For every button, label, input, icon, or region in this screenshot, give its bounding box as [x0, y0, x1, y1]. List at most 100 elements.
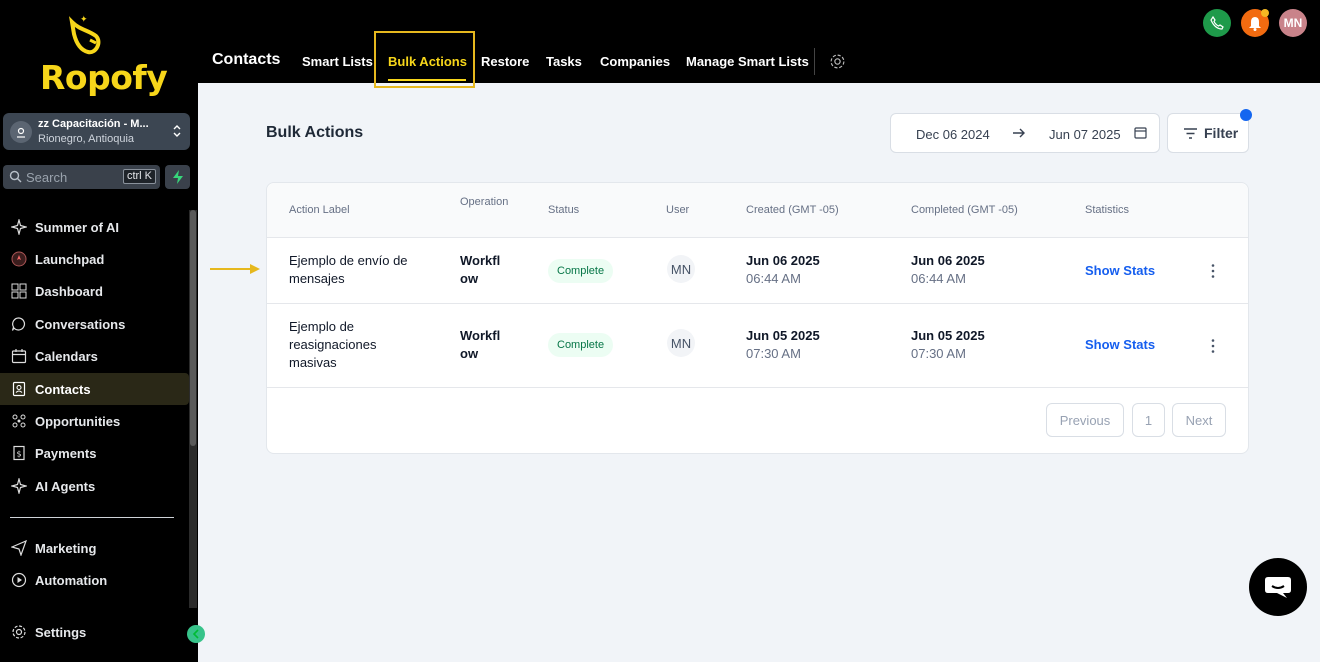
logo-mark-icon: ✦	[69, 14, 101, 55]
rocket-icon	[10, 250, 28, 268]
chevron-updown-icon	[172, 123, 182, 144]
show-stats-link[interactable]: Show Stats	[1085, 337, 1155, 352]
user-avatar: MN	[667, 255, 695, 283]
sidebar-item-label: Payments	[35, 445, 97, 461]
sidebar-item-label: Dashboard	[35, 283, 103, 299]
sidebar-item-ai-agents[interactable]: AI Agents	[0, 470, 189, 502]
tab-companies[interactable]: Companies	[600, 54, 670, 69]
tab-restore[interactable]: Restore	[481, 54, 529, 69]
date-from: Dec 06 2024	[916, 127, 990, 142]
user-avatar: MN	[667, 329, 695, 357]
table-header: Action Label Operation Status User Creat…	[267, 183, 1248, 238]
completed-time: 06:44 AM	[911, 271, 966, 286]
created-time: 06:44 AM	[746, 271, 801, 286]
sidebar-item-conversations[interactable]: Conversations	[0, 308, 189, 340]
gear-icon[interactable]	[829, 53, 846, 75]
dashboard-icon	[10, 282, 28, 300]
operation-cell: Workflow	[460, 253, 501, 286]
column-header-completed: Completed (GMT -05)	[911, 204, 1018, 216]
sidebar-item-label: Conversations	[35, 316, 126, 332]
account-location: Rionegro, Antioquia	[38, 133, 135, 145]
completed-time: 07:30 AM	[911, 346, 966, 361]
previous-page-button[interactable]: Previous	[1046, 403, 1124, 437]
table-row: Ejemplo de envío de mensajes Workflow Co…	[267, 238, 1248, 304]
chat-widget-button[interactable]	[1249, 558, 1307, 616]
completed-date: Jun 06 2025	[911, 253, 985, 268]
operation-cell: Workflow	[460, 328, 501, 361]
action-label-cell: Ejemplo de envío de mensajes	[289, 253, 408, 286]
more-options-icon[interactable]	[1210, 338, 1216, 354]
filter-button[interactable]: Filter	[1167, 113, 1249, 153]
next-page-button[interactable]: Next	[1172, 403, 1226, 437]
sidebar-item-launchpad[interactable]: Launchpad	[0, 243, 189, 275]
page-number-button[interactable]: 1	[1132, 403, 1165, 437]
chat-bubble-icon	[1265, 577, 1291, 598]
sidebar-item-label: Settings	[35, 624, 87, 640]
svg-text:$: $	[17, 450, 22, 459]
status-badge: Complete	[548, 259, 614, 283]
column-header-user: User	[666, 204, 690, 216]
show-stats-link[interactable]: Show Stats	[1085, 263, 1155, 278]
page-section-title: Contacts	[212, 51, 281, 68]
column-header-action-label: Action Label	[289, 204, 350, 216]
sidebar-item-label: Calendars	[35, 348, 98, 364]
created-date: Jun 05 2025	[746, 328, 820, 343]
search-placeholder: Search	[26, 170, 68, 185]
brand-name: Ropofy	[40, 58, 168, 97]
top-bar: Contacts Smart Lists Bulk Actions Restor…	[198, 0, 1320, 88]
sidebar-item-dashboard[interactable]: Dashboard	[0, 275, 189, 307]
sidebar-item-opportunities[interactable]: Opportunities	[0, 405, 189, 437]
sidebar-item-calendars[interactable]: Calendars	[0, 340, 189, 372]
send-icon	[10, 539, 28, 557]
phone-icon	[1210, 16, 1224, 30]
collapse-sidebar-button[interactable]	[187, 625, 205, 643]
column-header-operation: Operation	[460, 196, 509, 208]
sidebar-item-settings[interactable]: Settings	[0, 616, 189, 648]
active-tab-underline	[388, 79, 466, 81]
account-name: zz Capacitación - M...	[38, 118, 149, 130]
sidebar-item-label: Launchpad	[35, 251, 105, 267]
sidebar-scrollbar[interactable]	[189, 210, 197, 608]
sidebar-divider	[10, 517, 174, 518]
status-badge: Complete	[548, 333, 614, 357]
phone-button[interactable]	[1203, 9, 1231, 37]
tab-manage-smart-lists[interactable]: Manage Smart Lists	[686, 54, 809, 69]
opportunities-icon	[10, 412, 28, 430]
location-icon	[10, 121, 32, 143]
sidebar-item-summer-of-ai[interactable]: Summer of AI	[0, 211, 189, 243]
search-icon	[9, 170, 22, 188]
table-row: Ejemplo de reasignaciones masivas Workfl…	[267, 304, 1248, 388]
sidebar-item-automation[interactable]: Automation	[0, 564, 189, 596]
quick-action-button[interactable]	[165, 165, 190, 189]
more-options-icon[interactable]	[1210, 263, 1216, 279]
sparkle-icon	[10, 218, 28, 236]
chevron-left-icon	[192, 629, 199, 639]
created-date: Jun 06 2025	[746, 253, 820, 268]
chat-bubble-icon	[10, 315, 28, 333]
sidebar-item-payments[interactable]: $ Payments	[0, 437, 189, 469]
filter-icon	[1183, 127, 1198, 145]
account-switcher[interactable]: zz Capacitación - M... Rionegro, Antioqu…	[3, 113, 190, 150]
sidebar-item-label: Marketing	[35, 540, 97, 556]
calendar-icon	[10, 347, 28, 365]
date-range-picker[interactable]: Dec 06 2024 Jun 07 2025	[890, 113, 1160, 153]
arrow-right-icon	[1012, 126, 1026, 145]
column-header-created: Created (GMT -05)	[746, 204, 839, 216]
notifications-button[interactable]	[1241, 9, 1269, 37]
date-to: Jun 07 2025	[1049, 127, 1121, 142]
sidebar-item-label: Summer of AI	[35, 219, 120, 235]
bell-icon	[1249, 16, 1261, 31]
filter-active-dot	[1240, 109, 1252, 121]
tab-smart-lists[interactable]: Smart Lists	[302, 54, 373, 69]
sidebar-item-contacts[interactable]: Contacts	[0, 373, 189, 405]
tab-tasks[interactable]: Tasks	[546, 54, 582, 69]
sidebar-item-marketing[interactable]: Marketing	[0, 532, 189, 564]
avatar[interactable]: MN	[1279, 9, 1307, 37]
column-header-status: Status	[548, 204, 580, 216]
contacts-icon	[10, 380, 28, 398]
search-input[interactable]: Search ctrl K	[3, 165, 160, 189]
gear-icon	[10, 623, 28, 641]
brand-logo[interactable]: ✦ Ropofy	[30, 14, 170, 100]
bulk-actions-table: Action Label Operation Status User Creat…	[266, 182, 1249, 454]
scrollbar-thumb[interactable]	[190, 210, 196, 446]
